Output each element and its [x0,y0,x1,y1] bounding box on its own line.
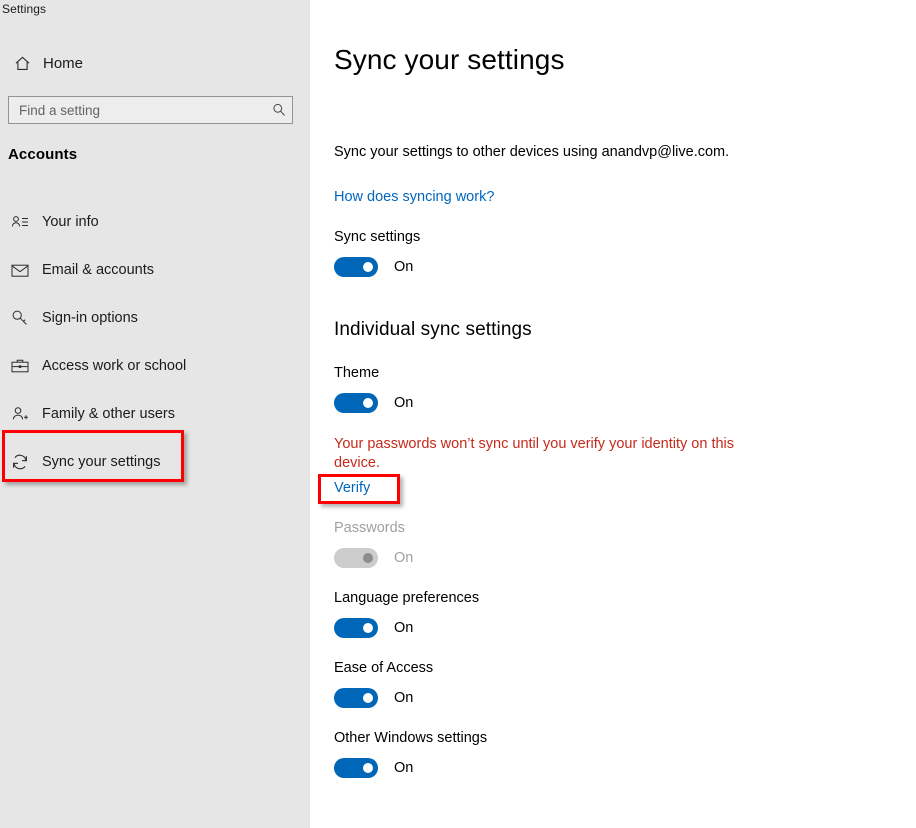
sidebar-item-home[interactable]: Home [0,48,310,78]
sidebar-item-sync-your-settings[interactable]: Sync your settings [0,438,310,486]
envelope-icon [5,263,35,278]
individual-sync-settings-heading: Individual sync settings [334,319,532,340]
other-windows-settings-toggle-row: On [334,758,413,778]
language-preferences-label: Language preferences [334,590,480,606]
sidebar: Settings Home Accounts [0,0,310,828]
language-preferences-toggle-state: On [394,620,414,636]
toggle-knob [363,262,373,272]
page-title: Sync your settings [334,44,565,75]
sync-settings-label: Sync settings [334,229,421,245]
sync-icon [5,453,35,471]
ease-of-access-toggle[interactable] [334,688,378,708]
verify-link[interactable]: Verify [334,480,370,496]
search-box[interactable] [8,96,293,124]
user-info-icon [5,213,35,231]
language-preferences-toggle[interactable] [334,618,378,638]
sidebar-item-home-label: Home [43,54,84,72]
language-preferences-toggle-row: On [334,618,413,638]
sidebar-item-family-other-users[interactable]: Family & other users [0,390,310,438]
sidebar-item-sync-your-settings-label: Sync your settings [42,454,161,470]
intro-text: Sync your settings to other devices usin… [334,144,730,160]
how-does-syncing-work-link[interactable]: How does syncing work? [334,189,494,205]
toggle-knob [363,623,373,633]
sidebar-item-access-work-or-school[interactable]: Access work or school [0,342,310,390]
ease-of-access-toggle-state: On [394,690,414,706]
toggle-knob [363,763,373,773]
toggle-knob [363,398,373,408]
title-bar: Settings [0,0,310,22]
sync-settings-toggle[interactable] [334,257,378,277]
other-windows-settings-label: Other Windows settings [334,730,488,746]
sidebar-item-family-other-users-label: Family & other users [42,406,175,422]
sidebar-item-email-accounts-label: Email & accounts [42,262,155,278]
main-content: Sync your settings Sync your settings to… [310,0,916,828]
sidebar-item-your-info-label: Your info [42,214,99,230]
home-icon [7,55,37,72]
search-input[interactable] [9,97,266,123]
sidebar-item-email-accounts[interactable]: Email & accounts [0,246,310,294]
password-sync-warning: Your passwords won’t sync until you veri… [334,436,735,471]
user-add-icon [5,405,35,423]
ease-of-access-label: Ease of Access [334,660,434,676]
theme-toggle[interactable] [334,393,378,413]
theme-toggle-state: On [394,395,414,411]
toggle-knob [363,553,373,563]
passwords-label: Passwords [334,520,405,536]
ease-of-access-toggle-row: On [334,688,413,708]
window-title: Settings [2,2,47,16]
key-icon [5,309,35,327]
passwords-toggle-state: On [394,550,414,566]
other-windows-settings-toggle-state: On [394,760,414,776]
settings-window: Settings Home Accounts [0,0,916,828]
sync-settings-toggle-state: On [394,259,414,275]
sidebar-item-sign-in-options[interactable]: Sign-in options [0,294,310,342]
sidebar-category-heading: Accounts [8,146,78,163]
theme-label: Theme [334,365,380,381]
sidebar-nav-list: Your info Email & accounts Sign-in optio… [0,198,310,486]
passwords-toggle-row: On [334,548,413,568]
other-windows-settings-toggle[interactable] [334,758,378,778]
briefcase-icon [5,358,35,374]
passwords-toggle [334,548,378,568]
sidebar-item-your-info[interactable]: Your info [0,198,310,246]
sidebar-item-access-work-or-school-label: Access work or school [42,358,187,374]
sync-settings-toggle-row: On [334,257,413,277]
sidebar-item-sign-in-options-label: Sign-in options [42,310,138,326]
toggle-knob [363,693,373,703]
theme-toggle-row: On [334,393,413,413]
search-icon[interactable] [266,103,292,117]
